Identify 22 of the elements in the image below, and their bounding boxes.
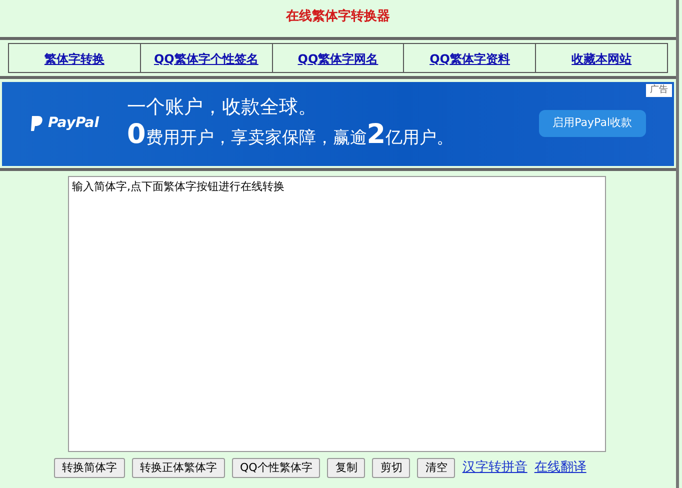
action-button[interactable]: 复制 bbox=[327, 458, 366, 478]
nav-link[interactable]: 繁体字转换 bbox=[44, 52, 104, 66]
ad-tagline: 0费用开户，享卖家保障，赢逾2亿用户。 bbox=[127, 118, 455, 152]
tool-link[interactable]: 在线翻译 bbox=[534, 458, 586, 478]
action-button[interactable]: 清空 bbox=[417, 458, 456, 478]
nav-link[interactable]: QQ繁体字个性签名 bbox=[154, 52, 258, 66]
page-title: 在线繁体字转换器 bbox=[284, 8, 391, 26]
nav-link[interactable]: QQ繁体字资料 bbox=[430, 52, 510, 66]
nav-link[interactable]: 收藏本网站 bbox=[572, 52, 632, 66]
action-button[interactable]: 剪切 bbox=[372, 458, 410, 478]
action-button[interactable]: 转换简体字 bbox=[54, 458, 125, 478]
brand-name: PayPal bbox=[48, 114, 100, 133]
ad-badge: 广告 bbox=[646, 84, 672, 97]
text-input-area[interactable]: 输入简体字,点下面繁体字按钮进行在线转换 bbox=[68, 176, 606, 452]
action-button[interactable]: QQ个性繁体字 bbox=[232, 458, 320, 478]
ad-button[interactable]: 启用PayPal收款 bbox=[538, 110, 646, 137]
action-button[interactable]: 转换正体繁体字 bbox=[132, 458, 225, 478]
paypal-logo-icon bbox=[30, 115, 44, 132]
ad-headline: 一个账户，收款全球。 bbox=[127, 96, 318, 119]
tool-link[interactable]: 汉字转拼音 bbox=[462, 458, 528, 478]
ad-banner[interactable]: PayPal 一个账户，收款全球。 0费用开户，享卖家保障，赢逾2亿用户。 启用PayPal收款 广告 bbox=[2, 82, 674, 166]
nav-link[interactable]: QQ繁体字网名 bbox=[298, 52, 378, 66]
